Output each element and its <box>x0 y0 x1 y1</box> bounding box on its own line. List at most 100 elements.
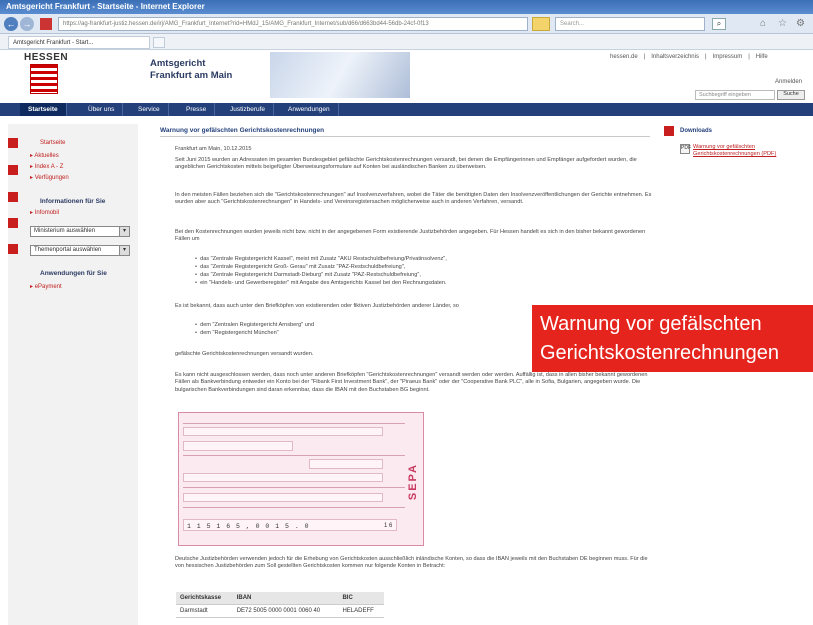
form-field <box>183 427 383 436</box>
ministry-select[interactable]: Ministerium auswählen ▾ <box>30 226 130 237</box>
article-paragraph-6: Es kann nicht ausgeschlossen werden, das… <box>175 372 648 393</box>
favorites-icon[interactable]: ☆ <box>778 18 787 29</box>
sidebar-info-heading: Informationen für Sie <box>40 198 106 205</box>
red-square-icon <box>8 165 18 175</box>
accounts-table: Gerichtskasse IBAN BIC Darmstadt DE72 50… <box>176 592 384 618</box>
chevron-down-icon: ▾ <box>119 227 129 236</box>
list-item-text: das "Zentrale Registergericht Groß- Gera… <box>200 264 406 270</box>
form-suffix: 1 6 <box>384 523 393 529</box>
overlay-line-1: Warnung vor gefälschten <box>540 313 762 335</box>
top-links: hessen.de | Inhaltsverzeichnis | Impressum | H… <box>610 54 774 60</box>
form-row-line <box>183 423 405 424</box>
link-help[interactable]: Hilfe <box>756 54 768 60</box>
form-number: 1 1 5 1 6 5 , 0 0 1 5 . 0 <box>187 523 310 530</box>
site-favicon-icon <box>40 18 52 30</box>
nav-justizberufe[interactable]: Justizberufe <box>222 103 275 116</box>
nav-ueber-uns[interactable]: Über uns <box>80 103 124 116</box>
divider <box>160 136 650 137</box>
browser-search-input[interactable]: Search... <box>555 17 705 31</box>
red-square-icon <box>8 244 18 254</box>
list-item-text: das "Zentrale Registergericht Darmstadt-… <box>200 272 421 278</box>
list-item: • dem "Zentralen Registergericht Arnsber… <box>195 322 315 328</box>
link-hessen[interactable]: hessen.de <box>610 54 638 60</box>
article-paragraph-7: Deutsche Justizbehörden verwenden jedoch… <box>175 556 648 570</box>
article-paragraph-3: Bei den Kostenrechnungen wurden jeweils … <box>175 229 646 243</box>
sidebar-label: Index A - Z <box>34 164 64 170</box>
link-separator: | <box>704 54 707 60</box>
link-separator: | <box>643 54 646 60</box>
site-search-input[interactable]: Suchbegriff eingeben <box>695 90 775 100</box>
window-title: Amtsgericht Frankfurt - Startseite - Int… <box>6 2 205 11</box>
fake-transfer-form-image: SEPA 1 1 5 1 6 5 , 0 0 1 5 . 0 1 6 <box>178 412 424 546</box>
sidebar-item-aktuelles[interactable]: ▸ Aktuelles <box>30 152 59 159</box>
table-cell: DE72 5005 0000 0001 0060 40 <box>232 604 339 618</box>
lock-icon[interactable] <box>532 17 550 31</box>
list-item: • ein "Handels- und Gewerberegister" mit… <box>195 280 447 286</box>
pdf-icon: PDF <box>680 144 691 154</box>
link-separator: | <box>748 54 750 60</box>
nav-service[interactable]: Service <box>130 103 169 116</box>
page-title: Warnung vor gefälschten Gerichtskostenre… <box>160 127 325 134</box>
form-row-line <box>183 455 405 456</box>
topic-portal-select[interactable]: Themenportal auswählen ▾ <box>30 245 130 256</box>
pdf-download-link[interactable]: Warnung vor gefälschten Gerichtskostenre… <box>693 144 803 158</box>
gear-icon[interactable]: ⚙ <box>796 18 805 29</box>
ministry-select-value: Ministerium auswählen <box>34 228 96 234</box>
list-item: • dem "Registergericht München" <box>195 330 279 336</box>
sidebar-item-verfuegungen[interactable]: ▸ Verfügungen <box>30 174 69 181</box>
topic-select-value: Themenportal auswählen <box>34 247 102 253</box>
sidebar-apps-heading: Anwendungen für Sie <box>40 270 107 277</box>
article-date: Frankfurt am Main, 10.12.2015 <box>175 146 252 152</box>
sidebar-label: Infomobil <box>34 210 60 216</box>
address-bar: ← → https://ag-frankfurt-justiz.hessen.d… <box>0 14 813 34</box>
nav-presse[interactable]: Presse <box>178 103 216 116</box>
forward-icon[interactable]: → <box>20 17 34 31</box>
list-item: • das "Zentrale Registergericht Darmstad… <box>195 272 421 278</box>
sidebar-item-infomobil[interactable]: ▸ Infomobil <box>30 209 59 216</box>
back-icon[interactable]: ← <box>4 17 18 31</box>
header-banner-image <box>270 52 410 98</box>
downloads-heading: Downloads <box>680 128 713 134</box>
red-square-icon <box>664 126 674 136</box>
table-row: Darmstadt DE72 5005 0000 0001 0060 40 HE… <box>176 604 384 618</box>
table-header: Gerichtskasse <box>176 592 233 605</box>
court-line-1: Amtsgericht <box>150 58 206 69</box>
overlay-line-2: Gerichtskostenrechnungen <box>540 342 780 364</box>
article-paragraph-4: Es ist bekannt, dass auch unter den Brie… <box>175 303 459 309</box>
window-titlebar: Amtsgericht Frankfurt - Startseite - Int… <box>0 0 813 14</box>
form-row-line <box>183 487 405 488</box>
main-nav: Startseite Über uns Service Presse Justi… <box>0 103 813 116</box>
table-cell: HELADEFF <box>338 604 384 618</box>
overlay-caption: Warnung vor gefälschten Gerichtskostenre… <box>532 305 813 372</box>
court-line-2: Frankfurt am Main <box>150 70 233 81</box>
table-header: IBAN <box>232 592 339 605</box>
sidebar-item-startseite[interactable]: Startseite <box>40 140 65 146</box>
browser-tab[interactable]: Amtsgericht Frankfurt - Start... <box>8 36 150 49</box>
sidebar-item-epayment[interactable]: ▸ ePayment <box>30 283 62 290</box>
sepa-label: SEPA <box>407 463 419 501</box>
nav-anwendungen[interactable]: Anwendungen <box>280 103 339 116</box>
search-icon[interactable]: ⌕ <box>712 18 726 30</box>
tab-bar: Amtsgericht Frankfurt - Start... <box>0 34 813 50</box>
article-paragraph-2: In den meisten Fällen beziehen sich die … <box>175 192 652 206</box>
list-item: • das "Zentrale Registergericht Groß- Ge… <box>195 264 406 270</box>
link-imprint[interactable]: Impressum <box>713 54 743 60</box>
tab-label: Amtsgericht Frankfurt - Start... <box>13 40 94 46</box>
sidebar-label: Aktuelles <box>34 153 59 159</box>
login-link[interactable]: Anmelden <box>775 79 802 85</box>
sidebar-label: ePayment <box>34 284 62 290</box>
new-tab-button[interactable] <box>153 37 165 48</box>
site-search-button[interactable]: Suche <box>777 90 805 100</box>
nav-startseite[interactable]: Startseite <box>20 103 67 116</box>
red-square-icon <box>8 218 18 228</box>
link-contents[interactable]: Inhaltsverzeichnis <box>651 54 699 60</box>
table-cell: Darmstadt <box>176 604 233 618</box>
list-item-text: dem "Zentralen Registergericht Arnsberg"… <box>200 322 315 328</box>
form-field <box>183 493 383 502</box>
home-icon[interactable]: ⌂ <box>760 18 766 29</box>
url-input[interactable]: https://ag-frankfurt-justiz.hessen.de/ir… <box>58 17 528 31</box>
list-item-text: das "Zentrale Registergericht Kassel", m… <box>200 256 447 262</box>
form-field <box>183 473 383 482</box>
sidebar-item-index[interactable]: ▸ Index A - Z <box>30 163 63 170</box>
table-header-row: Gerichtskasse IBAN BIC <box>176 592 384 605</box>
